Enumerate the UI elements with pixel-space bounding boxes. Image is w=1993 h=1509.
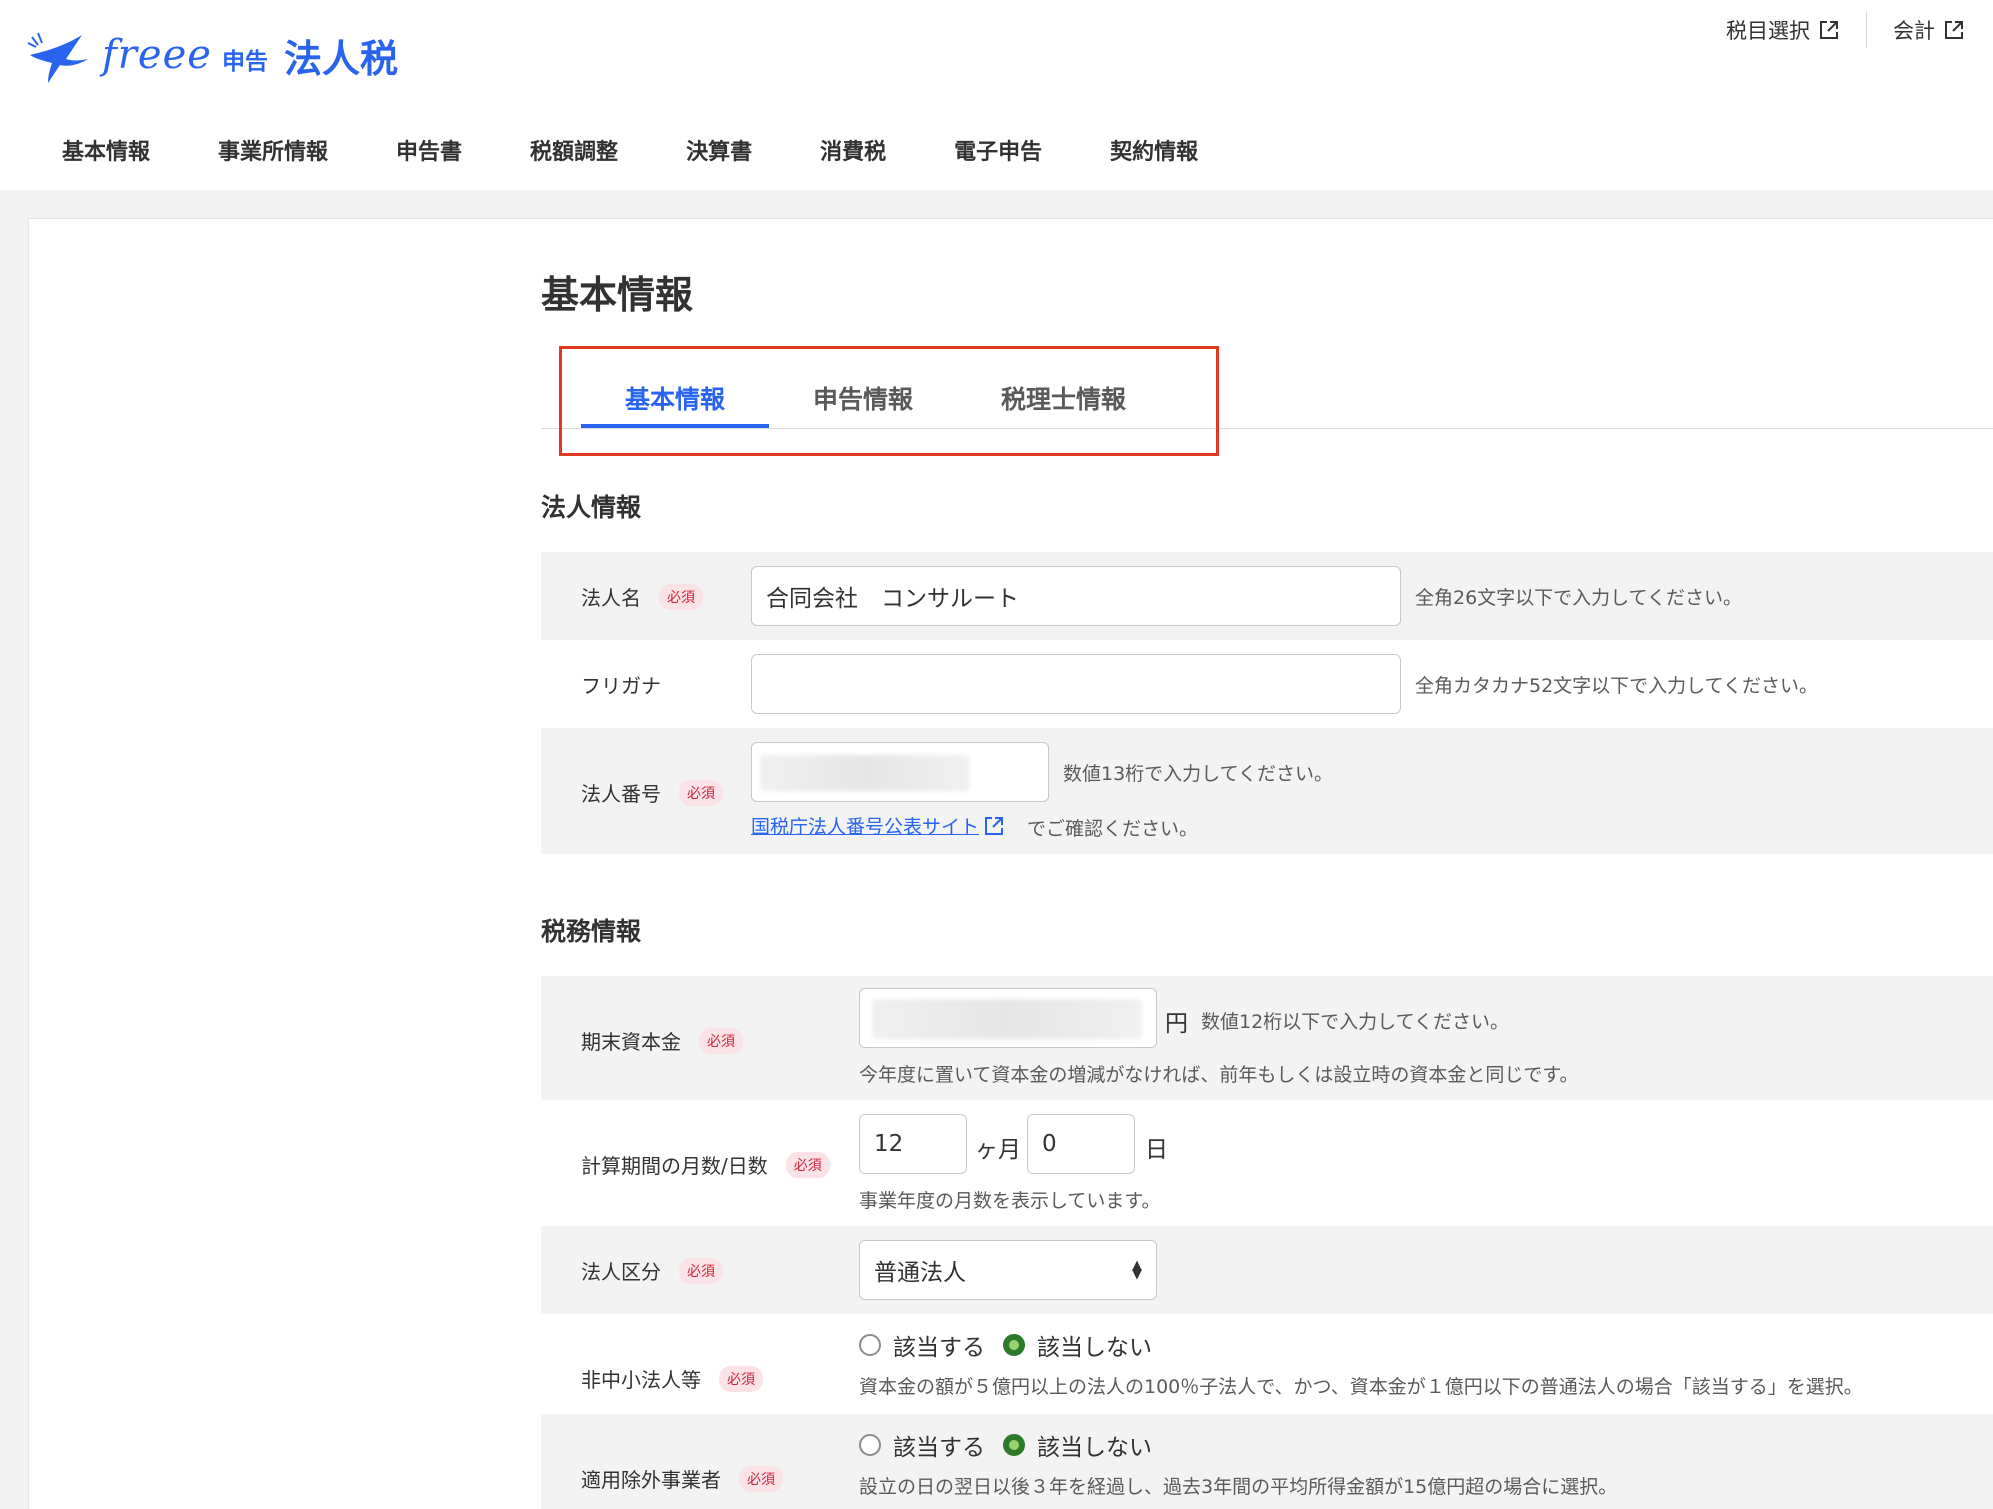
corp-name-label-group: 法人名 必須 (581, 582, 703, 611)
corp-type-label: 法人区分 (581, 1260, 661, 1284)
furigana-label: フリガナ (581, 674, 661, 698)
required-badge: 必須 (679, 1257, 723, 1284)
corp-name-row: 法人名 必須 合同会社 コンサルート 全角26文字以下で入力してください。 (541, 552, 1993, 640)
period-days-input[interactable]: 0 (1027, 1114, 1135, 1174)
select-arrows-icon: ▲ ▼ (1132, 1258, 1142, 1282)
corp-type-select[interactable]: 普通法人 ▲ ▼ (859, 1240, 1157, 1300)
app-header: freee 申告 法人税 税目選択 会計 基本情報 事業所情報 申告書 税額調整… (0, 0, 1993, 196)
non-sme-row: 非中小法人等 必須 該当する 該当しない 資本金の額が５億円以上の法人の100％… (541, 1314, 1993, 1414)
excluded-note: 設立の日の翌日以後３年を経過し、過去3年間の平均所得金額が15億円超の場合に選択… (859, 1476, 1618, 1498)
corp-number-label-group: 法人番号 必須 (581, 778, 723, 807)
radio-button[interactable] (1003, 1434, 1025, 1456)
furigana-input[interactable] (751, 654, 1401, 714)
required-badge: 必須 (659, 583, 703, 610)
excluded-option-not-applicable[interactable]: 該当しない (1003, 1428, 1152, 1462)
main-nav: 基本情報 事業所情報 申告書 税額調整 決算書 消費税 電子申告 契約情報 (28, 118, 1232, 196)
capital-label-group: 期末資本金 必須 (581, 1026, 743, 1055)
period-label-group: 計算期間の月数/日数 必須 (581, 1150, 830, 1179)
tax-select-link[interactable]: 税目選択 (1726, 15, 1840, 45)
excluded-label-group: 適用除外事業者 必須 (581, 1464, 783, 1493)
required-badge: 必須 (719, 1365, 763, 1392)
non-sme-option-not-applicable[interactable]: 該当しない (1003, 1328, 1152, 1362)
option-label: 該当する (893, 1435, 985, 1461)
excluded-business-row: 適用除外事業者 必須 該当する 該当しない 設立の日の翌日以後３年を経過し、過去… (541, 1414, 1993, 1509)
corp-name-input[interactable]: 合同会社 コンサルート (751, 566, 1401, 626)
capital-label: 期末資本金 (581, 1030, 681, 1054)
furigana-hint: 全角カタカナ52文字以下で入力してください。 (1415, 675, 1819, 697)
redacted-value (872, 999, 1142, 1039)
capital-unit: 円 (1165, 1011, 1188, 1037)
capital-note: 今年度に置いて資本金の増減がなければ、前年もしくは設立時の資本金と同じです。 (859, 1064, 1579, 1086)
option-label: 該当しない (1037, 1435, 1152, 1461)
nta-link-suffix: でご確認ください。 (1027, 818, 1199, 840)
period-row: 計算期間の月数/日数 必須 12 ヶ月 0 日 事業年度の月数を表示しています。 (541, 1100, 1993, 1226)
capital-hint: 数値12桁以下で入力してください。 (1201, 1011, 1510, 1033)
redacted-value (760, 755, 970, 791)
corp-number-input[interactable] (751, 742, 1049, 802)
capital-row: 期末資本金 必須 円 数値12桁以下で入力してください。 今年度に置いて資本金の… (541, 976, 1993, 1100)
external-links: 税目選択 会計 (1726, 12, 1965, 48)
required-badge: 必須 (679, 779, 723, 806)
corp-type-label-group: 法人区分 必須 (581, 1256, 723, 1285)
corp-type-row: 法人区分 必須 普通法人 ▲ ▼ (541, 1226, 1993, 1314)
excluded-option-applicable[interactable]: 該当する (859, 1428, 985, 1462)
option-label: 該当しない (1037, 1335, 1152, 1361)
link-divider (1866, 12, 1867, 48)
period-label: 計算期間の月数/日数 (581, 1154, 768, 1178)
page-title: 基本情報 (541, 273, 694, 317)
nav-consumption-tax[interactable]: 消費税 (786, 118, 920, 196)
corp-type-selected: 普通法人 (874, 1260, 966, 1286)
nav-office-info[interactable]: 事業所情報 (184, 118, 362, 196)
non-sme-note: 資本金の額が５億円以上の法人の100％子法人で、かつ、資本金が１億円以下の普通法… (859, 1376, 1863, 1398)
external-link-icon (985, 816, 1004, 835)
logo-shinkoku-text: 申告 (221, 49, 268, 75)
tax-select-label: 税目選択 (1726, 19, 1810, 43)
non-sme-label-group: 非中小法人等 必須 (581, 1364, 763, 1393)
logo-freee-text: freee (102, 32, 212, 78)
external-link-icon (1820, 21, 1838, 39)
required-badge: 必須 (785, 1151, 830, 1178)
nav-returns[interactable]: 申告書 (362, 118, 496, 196)
logo-product-name: 法人税 (283, 36, 398, 81)
option-label: 該当する (893, 1335, 985, 1361)
corp-name-label: 法人名 (581, 586, 641, 610)
nav-e-filing[interactable]: 電子申告 (920, 118, 1076, 196)
corp-number-label: 法人番号 (581, 782, 661, 806)
freee-logo[interactable]: freee 申告 法人税 (26, 20, 398, 90)
required-badge: 必須 (699, 1027, 743, 1054)
period-note: 事業年度の月数を表示しています。 (859, 1190, 1161, 1212)
corp-number-row: 法人番号 必須 数値13桁で入力してください。 国税庁法人番号公表サイト でご確… (541, 728, 1993, 854)
nav-basic-info[interactable]: 基本情報 (28, 118, 185, 196)
nta-link-label: 国税庁法人番号公表サイト (751, 816, 980, 838)
corp-name-hint: 全角26文字以下で入力してください。 (1415, 587, 1743, 609)
months-unit: ヶ月 (975, 1137, 1021, 1163)
nta-corp-number-site-link[interactable]: 国税庁法人番号公表サイト (751, 812, 1005, 839)
external-link-icon (1945, 21, 1963, 39)
radio-button[interactable] (859, 1434, 881, 1456)
required-badge: 必須 (739, 1465, 783, 1492)
radio-button[interactable] (1003, 1334, 1025, 1356)
non-sme-radio-group: 該当する 該当しない (859, 1328, 1170, 1362)
accounting-label: 会計 (1893, 19, 1935, 43)
furigana-row: フリガナ 全角カタカナ52文字以下で入力してください。 (541, 640, 1993, 728)
radio-button[interactable] (859, 1334, 881, 1356)
nav-financial-statements[interactable]: 決算書 (652, 118, 786, 196)
corp-info-section-title: 法人情報 (541, 493, 642, 522)
capital-input[interactable] (859, 988, 1157, 1048)
furigana-label-group: フリガナ (581, 670, 661, 699)
corp-number-hint: 数値13桁で入力してください。 (1063, 763, 1334, 785)
non-sme-option-applicable[interactable]: 該当する (859, 1328, 985, 1362)
nav-tax-adjustment[interactable]: 税額調整 (496, 118, 652, 196)
excluded-radio-group: 該当する 該当しない (859, 1428, 1170, 1462)
accounting-link[interactable]: 会計 (1893, 15, 1965, 45)
days-unit: 日 (1145, 1137, 1168, 1163)
tax-info-section-title: 税務情報 (541, 917, 642, 946)
bird-logo-icon (27, 32, 88, 83)
nav-contract-info[interactable]: 契約情報 (1076, 118, 1232, 196)
period-months-input[interactable]: 12 (859, 1114, 967, 1174)
tabs-highlight-box (559, 346, 1219, 456)
non-sme-label: 非中小法人等 (581, 1368, 701, 1392)
excluded-label: 適用除外事業者 (581, 1468, 721, 1492)
